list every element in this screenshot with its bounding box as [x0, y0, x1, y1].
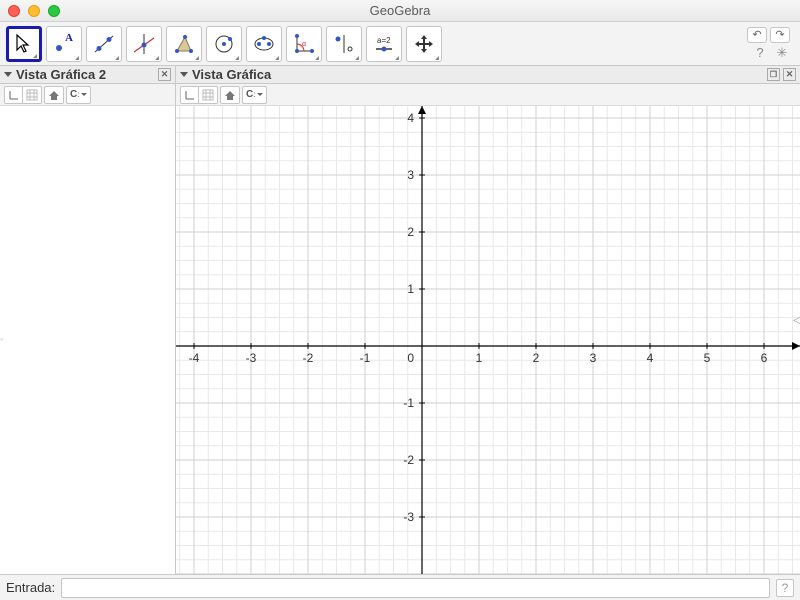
- left-panel-expand-handle[interactable]: ◦: [0, 335, 4, 346]
- redo-button[interactable]: ↷: [770, 27, 790, 43]
- svg-text:4: 4: [407, 111, 414, 125]
- window-title: GeoGebra: [370, 3, 431, 18]
- panel-header-left[interactable]: Vista Gráfica 2 ✕: [0, 66, 175, 84]
- svg-text:6: 6: [761, 351, 768, 365]
- svg-text:-4: -4: [189, 351, 200, 365]
- close-window-button[interactable]: [8, 5, 20, 17]
- settings-icon[interactable]: ✳: [774, 45, 790, 61]
- home-button-left[interactable]: [44, 86, 64, 104]
- svg-text:-2: -2: [303, 351, 314, 365]
- input-label: Entrada:: [6, 580, 55, 595]
- svg-text:-3: -3: [246, 351, 257, 365]
- panel-vista-grafica-2: Vista Gráfica 2 ✕ C: ◦: [0, 66, 176, 574]
- svg-text:3: 3: [590, 351, 597, 365]
- point-capture-left[interactable]: C:: [66, 86, 91, 104]
- slider-tool[interactable]: a=2: [366, 26, 402, 62]
- angle-tool[interactable]: α: [286, 26, 322, 62]
- titlebar: GeoGebra: [0, 0, 800, 22]
- line-tool[interactable]: [86, 26, 122, 62]
- undo-button[interactable]: ↶: [747, 27, 767, 43]
- move-view-tool[interactable]: [406, 26, 442, 62]
- svg-text:4: 4: [647, 351, 654, 365]
- graph-canvas[interactable]: -4 -3 -2 -1 1 2 3 4 5 6 -3 -2 -1 1 2 3 4 0: [176, 106, 800, 574]
- svg-text:-1: -1: [360, 351, 371, 365]
- reflect-tool[interactable]: [326, 26, 362, 62]
- minimize-window-button[interactable]: [28, 5, 40, 17]
- svg-text:3: 3: [407, 168, 414, 182]
- svg-text:1: 1: [407, 282, 414, 296]
- svg-text:A: A: [65, 32, 73, 44]
- panel-title-right: Vista Gráfica: [192, 67, 271, 82]
- restore-panel-right[interactable]: ❐: [767, 68, 780, 81]
- main-toolbar: A: [0, 22, 800, 66]
- panel-left-subtoolbar: C:: [0, 84, 175, 106]
- svg-text:-1: -1: [403, 396, 414, 410]
- close-panel-right[interactable]: ✕: [783, 68, 796, 81]
- ellipse-tool[interactable]: [246, 26, 282, 62]
- axes-grid-toggle-right[interactable]: [180, 86, 218, 104]
- svg-text:2: 2: [407, 225, 414, 239]
- home-button-right[interactable]: [220, 86, 240, 104]
- axes-grid-toggle-left[interactable]: [4, 86, 42, 104]
- svg-text:-3: -3: [403, 510, 414, 524]
- svg-text:-2: -2: [403, 453, 414, 467]
- coordinate-plane[interactable]: -4 -3 -2 -1 1 2 3 4 5 6 -3 -2 -1 1 2 3 4 0: [176, 106, 800, 574]
- help-icon[interactable]: ?: [752, 45, 768, 61]
- svg-text:α: α: [302, 41, 306, 48]
- point-capture-right[interactable]: C:: [242, 86, 267, 104]
- svg-text:5: 5: [704, 351, 711, 365]
- toolbar-right: ↶ ↷ ? ✳: [747, 27, 794, 61]
- panel-vista-grafica: Vista Gráfica ❐ ✕ C: -4-3-2-1123456-3-2-…: [176, 66, 800, 574]
- circle-tool[interactable]: [206, 26, 242, 62]
- input-bar: Entrada: ?: [0, 574, 800, 600]
- svg-text:2: 2: [533, 351, 540, 365]
- polygon-tool[interactable]: [166, 26, 202, 62]
- panel-right-subtoolbar: C:: [176, 84, 800, 106]
- collapse-arrow-icon: [4, 72, 12, 77]
- svg-text:0: 0: [407, 351, 414, 365]
- perpendicular-tool[interactable]: [126, 26, 162, 62]
- right-panel-collapse-handle[interactable]: ◁: [793, 313, 800, 327]
- window-controls: [8, 5, 60, 17]
- panel-left-canvas[interactable]: ◦: [0, 106, 175, 574]
- input-help-button[interactable]: ?: [776, 579, 794, 597]
- collapse-arrow-icon: [180, 72, 188, 77]
- svg-text:a=2: a=2: [377, 36, 391, 45]
- panel-title-left: Vista Gráfica 2: [16, 67, 106, 82]
- panel-header-right[interactable]: Vista Gráfica ❐ ✕: [176, 66, 800, 84]
- move-tool[interactable]: [6, 26, 42, 62]
- panels-container: Vista Gráfica 2 ✕ C: ◦ Vista Gráfica ❐: [0, 66, 800, 574]
- close-panel-left[interactable]: ✕: [158, 68, 171, 81]
- command-input[interactable]: [61, 578, 770, 598]
- point-tool[interactable]: A: [46, 26, 82, 62]
- zoom-window-button[interactable]: [48, 5, 60, 17]
- svg-text:1: 1: [476, 351, 483, 365]
